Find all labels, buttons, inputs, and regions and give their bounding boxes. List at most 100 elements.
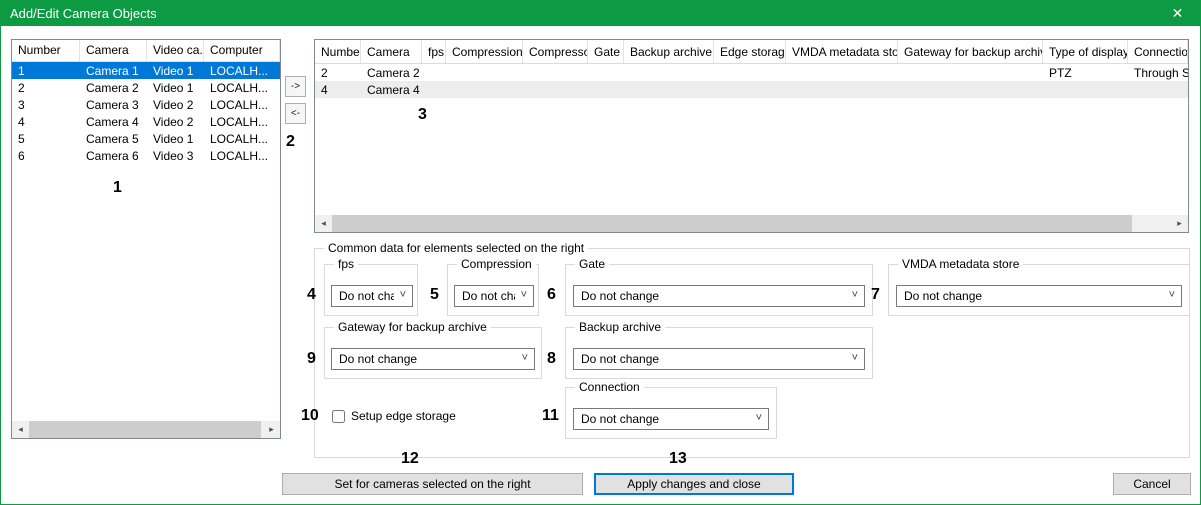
gate-groupbox-label: Gate — [575, 257, 609, 271]
cell-number: 2 — [315, 66, 361, 80]
cell-computer: LOCALH... — [204, 149, 280, 163]
table-row[interactable]: 5 Camera 5 Video 1 LOCALH... — [12, 130, 280, 147]
column-header-vmda-metadata-store[interactable]: VMDA metadata store — [786, 40, 898, 63]
backup-archive-dropdown[interactable]: Do not change ˅ — [573, 348, 865, 370]
chevron-down-icon: ˅ — [852, 289, 858, 301]
annotation-callout-3: 3 — [418, 106, 427, 124]
annotation-callout-5: 5 — [430, 286, 439, 304]
column-header-camera[interactable]: Camera — [80, 40, 147, 61]
cell-computer: LOCALH... — [204, 98, 280, 112]
connection-dropdown-value: Do not change — [581, 412, 659, 426]
setup-edge-storage-label[interactable]: Setup edge storage — [351, 409, 456, 423]
column-header-fps[interactable]: fps — [422, 40, 446, 63]
cell-number: 4 — [315, 83, 361, 97]
scroll-thumb[interactable] — [332, 215, 1132, 232]
scroll-thumb[interactable] — [29, 421, 261, 438]
fps-groupbox: fps Do not cha ˅ — [324, 264, 418, 316]
backup-archive-groupbox-label: Backup archive — [575, 320, 665, 334]
cell-video: Video 1 — [147, 81, 204, 95]
column-header-backup-archive[interactable]: Backup archive — [624, 40, 714, 63]
cell-number: 4 — [12, 115, 80, 129]
setup-edge-storage-checkbox[interactable] — [332, 410, 345, 423]
compression-dropdown-value: Do not cha — [462, 289, 515, 303]
column-header-type-of-display[interactable]: Type of display — [1043, 40, 1128, 63]
scroll-right-icon[interactable]: ▸ — [1171, 215, 1188, 232]
cell-camera: Camera 4 — [361, 83, 422, 97]
cell-computer: LOCALH... — [204, 64, 280, 78]
cell-camera: Camera 1 — [80, 64, 147, 78]
cell-connection: Through Se — [1128, 66, 1188, 80]
backup-archive-dropdown-value: Do not change — [581, 352, 659, 366]
cell-video: Video 2 — [147, 98, 204, 112]
column-header-number[interactable]: Number — [12, 40, 80, 61]
annotation-callout-6: 6 — [547, 286, 556, 304]
selected-cameras-table-header: Number Camera fps Compression Compressor… — [315, 40, 1188, 64]
column-header-computer[interactable]: Computer — [204, 40, 280, 61]
column-header-number[interactable]: Number — [315, 40, 361, 63]
scroll-right-icon[interactable]: ▸ — [263, 421, 280, 438]
vmda-metadata-store-groupbox-label: VMDA metadata store — [898, 257, 1023, 271]
move-right-button[interactable]: -> — [285, 76, 306, 97]
column-header-gate[interactable]: Gate — [588, 40, 624, 63]
column-header-camera[interactable]: Camera — [361, 40, 422, 63]
gateway-for-backup-archive-dropdown-value: Do not change — [339, 352, 417, 366]
table-row[interactable]: 2 Camera 2 Video 1 LOCALH... — [12, 79, 280, 96]
horizontal-scrollbar[interactable]: ◂ ▸ — [12, 421, 280, 438]
cell-video: Video 1 — [147, 132, 204, 146]
annotation-callout-4: 4 — [307, 286, 316, 304]
scroll-left-icon[interactable]: ◂ — [12, 421, 29, 438]
column-header-gateway-for-backup-archive[interactable]: Gateway for backup archive — [898, 40, 1043, 63]
gate-dropdown[interactable]: Do not change ˅ — [573, 285, 865, 307]
gateway-for-backup-archive-groupbox: Gateway for backup archive Do not change… — [324, 327, 542, 379]
annotation-callout-8: 8 — [547, 350, 556, 368]
cell-number: 5 — [12, 132, 80, 146]
column-header-compressor[interactable]: Compressor — [523, 40, 588, 63]
gate-groupbox: Gate Do not change ˅ — [565, 264, 873, 316]
column-header-compression[interactable]: Compression — [446, 40, 523, 63]
cancel-button[interactable]: Cancel — [1113, 473, 1191, 495]
cell-computer: LOCALH... — [204, 115, 280, 129]
table-row[interactable]: 6 Camera 6 Video 3 LOCALH... — [12, 147, 280, 164]
gate-dropdown-value: Do not change — [581, 289, 659, 303]
annotation-callout-11: 11 — [542, 407, 559, 425]
table-row[interactable]: 2 Camera 2 PTZ Through Se — [315, 64, 1188, 81]
table-row[interactable]: 4 Camera 4 Video 2 LOCALH... — [12, 113, 280, 130]
chevron-down-icon: ˅ — [521, 289, 527, 301]
cell-computer: LOCALH... — [204, 81, 280, 95]
table-row[interactable]: 3 Camera 3 Video 2 LOCALH... — [12, 96, 280, 113]
cell-camera: Camera 3 — [80, 98, 147, 112]
apply-changes-and-close-button[interactable]: Apply changes and close — [594, 473, 794, 495]
cell-computer: LOCALH... — [204, 132, 280, 146]
title-bar: Add/Edit Camera Objects — [1, 1, 1200, 26]
cell-number: 1 — [12, 64, 80, 78]
gateway-for-backup-archive-dropdown[interactable]: Do not change ˅ — [331, 348, 535, 370]
cell-video: Video 1 — [147, 64, 204, 78]
close-button[interactable]: ✕ — [1155, 1, 1200, 26]
set-for-cameras-button[interactable]: Set for cameras selected on the right — [282, 473, 583, 495]
annotation-callout-7: 7 — [871, 286, 880, 304]
setup-edge-storage-row: Setup edge storage — [332, 409, 456, 423]
column-header-connection[interactable]: Connection — [1128, 40, 1188, 63]
scroll-left-icon[interactable]: ◂ — [315, 215, 332, 232]
table-row[interactable]: 4 Camera 4 — [315, 81, 1188, 98]
common-data-groupbox: Common data for elements selected on the… — [314, 248, 1190, 458]
fps-dropdown[interactable]: Do not cha ˅ — [331, 285, 413, 307]
gateway-for-backup-archive-groupbox-label: Gateway for backup archive — [334, 320, 491, 334]
move-left-button[interactable]: <- — [285, 103, 306, 124]
horizontal-scrollbar[interactable]: ◂ ▸ — [315, 215, 1188, 232]
column-header-edge-storage[interactable]: Edge storage — [714, 40, 786, 63]
table-row[interactable]: 1 Camera 1 Video 1 LOCALH... — [12, 62, 280, 79]
cell-number: 3 — [12, 98, 80, 112]
cell-number: 2 — [12, 81, 80, 95]
column-header-video-capture[interactable]: Video ca... — [147, 40, 204, 61]
compression-dropdown[interactable]: Do not cha ˅ — [454, 285, 534, 307]
annotation-callout-13: 13 — [669, 450, 687, 468]
close-icon: ✕ — [1172, 5, 1184, 22]
connection-dropdown[interactable]: Do not change ˅ — [573, 408, 769, 430]
cell-camera: Camera 6 — [80, 149, 147, 163]
connection-groupbox-label: Connection — [575, 380, 644, 394]
vmda-metadata-store-groupbox: VMDA metadata store Do not change ˅ — [888, 264, 1190, 316]
cell-camera: Camera 4 — [80, 115, 147, 129]
vmda-metadata-store-dropdown[interactable]: Do not change ˅ — [896, 285, 1182, 307]
common-data-groupbox-label: Common data for elements selected on the… — [324, 241, 588, 255]
